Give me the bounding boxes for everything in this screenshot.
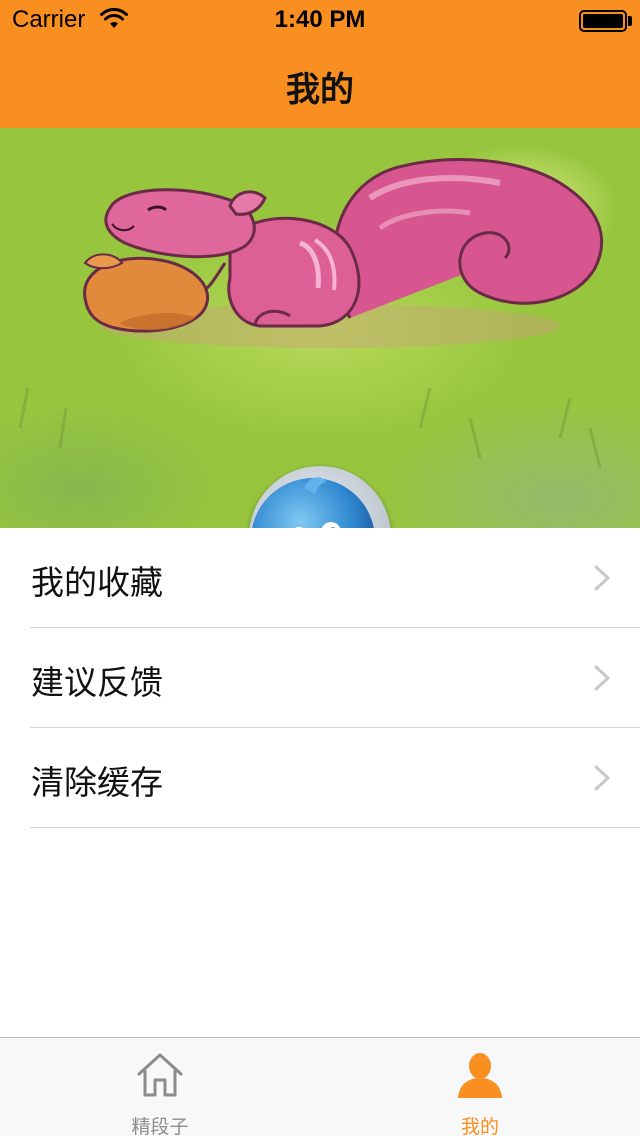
battery-tip	[628, 16, 632, 26]
tab-home[interactable]: 精段子	[0, 1038, 320, 1136]
menu-row-favorites[interactable]: 我的收藏	[0, 528, 640, 628]
menu-row-label: 清除缓存	[31, 763, 163, 802]
home-icon	[137, 1053, 183, 1097]
profile-header-image	[0, 128, 640, 528]
chevron-right-icon	[594, 565, 610, 591]
avatar[interactable]	[249, 466, 391, 528]
person-icon	[458, 1053, 502, 1098]
page-title: 我的	[286, 70, 354, 110]
tab-bar: 精段子 我的	[0, 1037, 640, 1136]
bird-avatar-icon	[252, 477, 374, 528]
chevron-right-icon	[594, 665, 610, 691]
menu-row-clear-cache[interactable]: 清除缓存	[0, 728, 640, 828]
menu-row-label: 我的收藏	[31, 563, 163, 602]
status-bar: Carrier 1:40 PM	[0, 0, 640, 40]
menu-row-label: 建议反馈	[31, 663, 163, 702]
tab-mine[interactable]: 我的	[320, 1038, 640, 1136]
settings-list: 我的收藏 建议反馈 清除缓存	[0, 528, 640, 828]
tab-label: 精段子	[131, 1116, 189, 1136]
chevron-right-icon	[594, 765, 610, 791]
battery-icon	[579, 10, 627, 32]
navigation-bar: Carrier 1:40 PM 我的	[0, 0, 640, 128]
menu-row-feedback[interactable]: 建议反馈	[0, 628, 640, 728]
row-separator	[30, 827, 640, 828]
tab-label: 我的	[460, 1116, 499, 1136]
status-time: 1:40 PM	[274, 6, 366, 33]
